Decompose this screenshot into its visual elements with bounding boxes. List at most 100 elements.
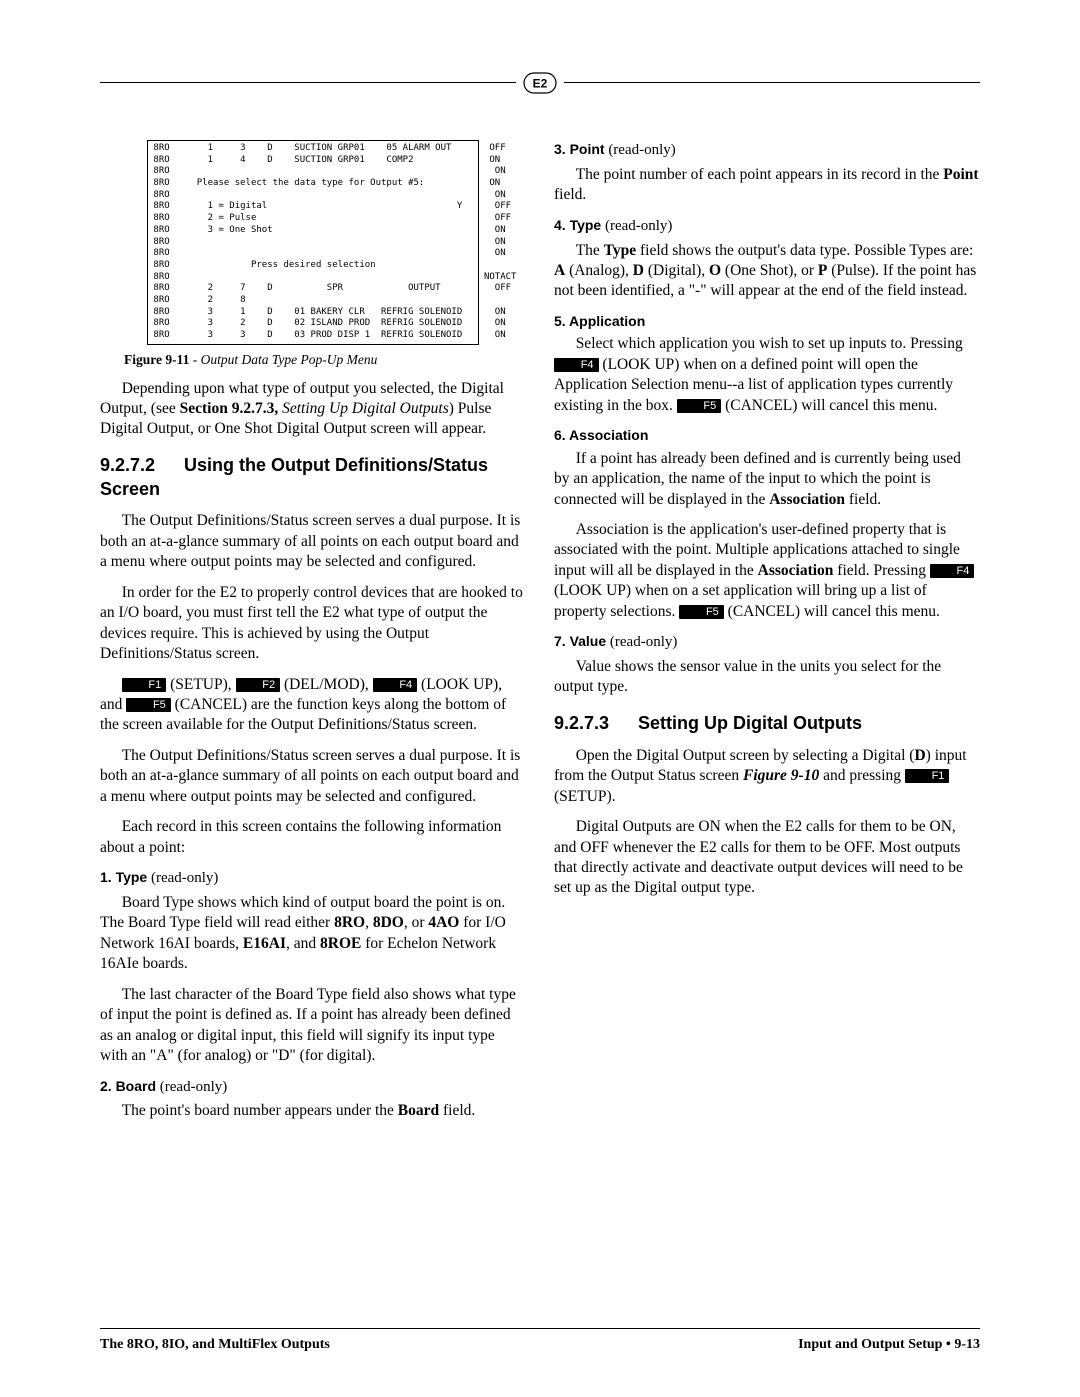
para: Board Type shows which kind of output bo…: [100, 893, 526, 975]
text: (DEL/MOD),: [280, 676, 373, 693]
item-1-type: 1. Type (read-only): [100, 868, 526, 889]
header-logo: E2: [516, 68, 564, 98]
text: (Analog),: [565, 262, 633, 279]
text: (CANCEL) will cancel this menu.: [721, 397, 937, 414]
read-only-label: (read-only): [605, 142, 676, 158]
text: , or: [404, 914, 429, 931]
footer-right: Input and Output Setup • 9-13: [798, 1337, 980, 1353]
figure-caption: Figure 9-11 - Output Data Type Pop-Up Me…: [124, 351, 526, 369]
text-bold: 8ROE: [320, 935, 361, 952]
para: Open the Digital Output screen by select…: [554, 746, 980, 807]
figure-popup: 8RO 1 3 D SUCTION GRP01 05 ALARM OUT OFF…: [147, 140, 479, 345]
svg-text:E2: E2: [533, 77, 548, 91]
text-bold: P: [818, 262, 827, 279]
text: The point number of each point appears i…: [576, 166, 944, 183]
text-bold: Section 9.2.7.3,: [180, 400, 279, 417]
item-title: 2. Board: [100, 1078, 156, 1094]
text-bold: D: [633, 262, 644, 279]
para: In order for the E2 to properly control …: [100, 583, 526, 665]
text-bold: E16AI: [243, 935, 286, 952]
text-italic: Setting Up Digital Outputs: [278, 400, 449, 417]
figure-text: 8RO 1 3 D SUCTION GRP01 05 ALARM OUT OFF…: [148, 143, 478, 342]
text: If a point has already been defined and …: [554, 450, 961, 508]
text: The: [576, 242, 604, 259]
text: field.: [554, 186, 586, 203]
text-bold: O: [709, 262, 721, 279]
f5-key-icon: F5: [126, 698, 171, 712]
item-title: 7. Value: [554, 633, 606, 649]
text-bold: 4AO: [428, 914, 459, 931]
item-title: 3. Point: [554, 141, 605, 157]
two-column-body: 8RO 1 3 D SUCTION GRP01 05 ALARM OUT OFF…: [100, 140, 980, 1132]
item-6-association: 6. Association: [554, 426, 980, 444]
f1-key-icon: F1: [122, 678, 167, 692]
heading-number: 9.2.7.2: [100, 454, 184, 478]
footer: The 8RO, 8IO, and MultiFlex Outputs Inpu…: [100, 1328, 980, 1353]
text: (SETUP),: [166, 676, 235, 693]
text: field. Pressing: [833, 562, 929, 579]
text-bold: Association: [758, 562, 834, 579]
text-bold: D: [914, 747, 925, 764]
item-7-value: 7. Value (read-only): [554, 632, 980, 653]
read-only-label: (read-only): [147, 870, 218, 886]
para: Each record in this screen contains the …: [100, 817, 526, 858]
figure-caption-text: - Output Data Type Pop-Up Menu: [189, 352, 377, 367]
column-left: 8RO 1 3 D SUCTION GRP01 05 ALARM OUT OFF…: [100, 140, 526, 1132]
para: Depending upon what type of output you s…: [100, 379, 526, 440]
text: field.: [439, 1102, 475, 1119]
text-bold: Point: [943, 166, 978, 183]
item-2-board: 2. Board (read-only): [100, 1077, 526, 1098]
text: (One Shot), or: [721, 262, 818, 279]
text: (CANCEL) will cancel this menu.: [724, 603, 940, 620]
para: The Output Definitions/Status screen ser…: [100, 746, 526, 807]
read-only-label: (read-only): [156, 1079, 227, 1095]
para: The Output Definitions/Status screen ser…: [100, 511, 526, 572]
text: Open the Digital Output screen by select…: [576, 747, 915, 764]
item-4-type: 4. Type (read-only): [554, 216, 980, 237]
f5-key-icon: F5: [679, 605, 724, 619]
para: The point's board number appears under t…: [100, 1101, 526, 1121]
footer-right-text: Input and Output Setup •: [798, 1337, 954, 1352]
para: Select which application you wish to set…: [554, 334, 980, 416]
para: The last character of the Board Type fie…: [100, 985, 526, 1067]
heading-9-2-7-2: 9.2.7.2Using the Output Definitions/Stat…: [100, 454, 526, 502]
item-5-application: 5. Application: [554, 312, 980, 330]
text: The point's board number appears under t…: [122, 1102, 398, 1119]
para: The Type field shows the output's data t…: [554, 241, 980, 302]
item-title: 5. Application: [554, 313, 645, 329]
read-only-label: (read-only): [606, 634, 677, 650]
page-number: 9-13: [954, 1337, 980, 1352]
f4-key-icon: F4: [930, 564, 975, 578]
f2-key-icon: F2: [236, 678, 281, 692]
text-bold: 8RO: [334, 914, 365, 931]
text: (Digital),: [644, 262, 709, 279]
text-bold: Type: [604, 242, 636, 259]
heading-title: Setting Up Digital Outputs: [638, 713, 862, 733]
column-right: 3. Point (read-only) The point number of…: [554, 140, 980, 1132]
read-only-label: (read-only): [601, 218, 672, 234]
para: The point number of each point appears i…: [554, 165, 980, 206]
text: field.: [845, 491, 881, 508]
para: F1 (SETUP), F2 (DEL/MOD), F4 (LOOK UP), …: [100, 675, 526, 736]
text-bold-italic: Figure 9-10: [743, 767, 819, 784]
text-bold: A: [554, 262, 565, 279]
text: , and: [286, 935, 320, 952]
para: Digital Outputs are ON when the E2 calls…: [554, 817, 980, 899]
text: ,: [365, 914, 373, 931]
text-bold: Board: [398, 1102, 439, 1119]
item-3-point: 3. Point (read-only): [554, 140, 980, 161]
footer-left: The 8RO, 8IO, and MultiFlex Outputs: [100, 1337, 330, 1353]
text: (SETUP).: [554, 788, 616, 805]
para: If a point has already been defined and …: [554, 449, 980, 510]
item-title: 6. Association: [554, 427, 648, 443]
heading-9-2-7-3: 9.2.7.3Setting Up Digital Outputs: [554, 712, 980, 736]
text-bold: 8DO: [373, 914, 404, 931]
text: Select which application you wish to set…: [576, 335, 963, 352]
text: and pressing: [819, 767, 905, 784]
para: Association is the application's user-de…: [554, 520, 980, 622]
figure-caption-label: Figure 9-11: [124, 352, 189, 367]
f1-key-icon: F1: [905, 769, 950, 783]
text: field shows the output's data type. Poss…: [636, 242, 973, 259]
item-title: 1. Type: [100, 869, 147, 885]
para: Value shows the sensor value in the unit…: [554, 657, 980, 698]
